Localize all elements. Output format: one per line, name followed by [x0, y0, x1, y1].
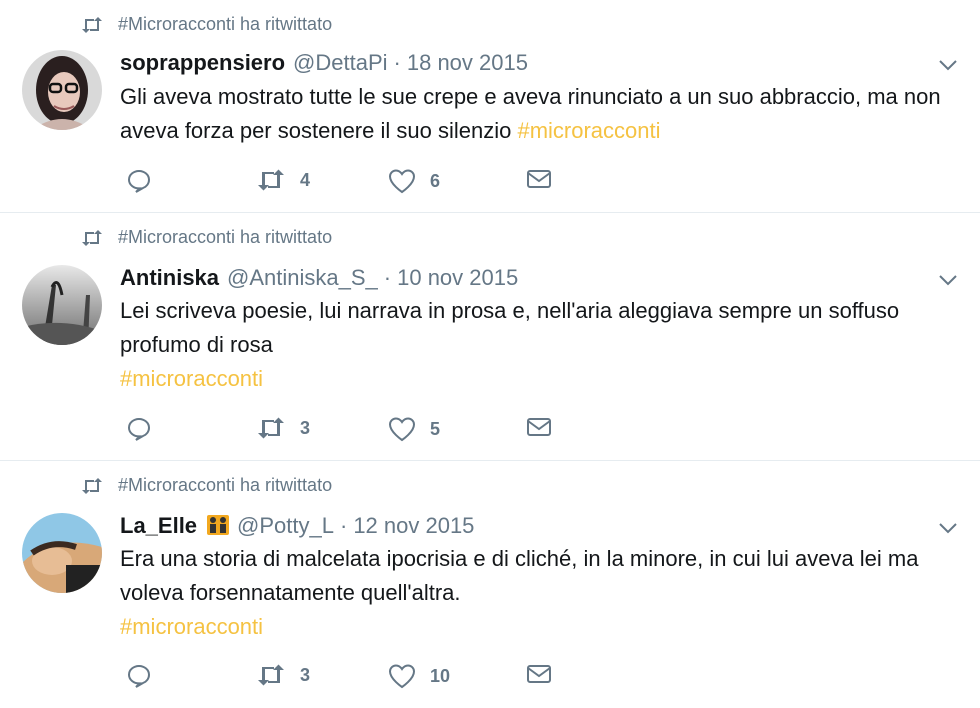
avatar[interactable] [22, 513, 102, 593]
retweet-button[interactable]: 3 [256, 416, 310, 440]
tweet[interactable]: #Microracconti ha ritwittato soprappensi… [0, 0, 980, 213]
like-button[interactable]: 6 [388, 168, 440, 194]
chevron-down-icon[interactable] [938, 58, 958, 72]
author-name[interactable]: La_Elle [120, 513, 197, 539]
retweet-icon [258, 664, 284, 686]
reply-icon [127, 417, 151, 441]
chevron-down-icon[interactable] [938, 273, 958, 287]
separator: · [383, 265, 392, 290]
retweet-context-label: #Microracconti ha ritwittato [118, 14, 333, 34]
tweet-header: La_Elle @Potty_L · 12 nov 2015 [120, 513, 474, 539]
retweet-icon [82, 16, 102, 33]
author-name[interactable]: Antiniska [120, 265, 219, 291]
reply-icon [127, 664, 151, 688]
like-icon [388, 169, 416, 194]
reply-icon [127, 169, 151, 193]
reply-button[interactable] [126, 416, 152, 442]
tweet-actions: 4 6 [120, 168, 580, 198]
author-handle[interactable]: @Potty_L [237, 513, 334, 539]
direct-message-button[interactable] [526, 663, 552, 685]
avatar[interactable] [22, 265, 102, 345]
like-icon [388, 664, 416, 689]
hashtag-link[interactable]: #microracconti [120, 362, 960, 396]
author-handle[interactable]: @Antiniska_S_ [227, 265, 378, 291]
tweet-text: Gli aveva mostrato tutte le sue crepe e … [120, 80, 960, 148]
direct-message-button[interactable] [526, 416, 552, 438]
avatar[interactable] [22, 50, 102, 130]
direct-message-icon [527, 665, 551, 683]
like-icon [388, 417, 416, 442]
hashtag-link[interactable]: #microracconti [120, 610, 960, 644]
separator: · [393, 50, 401, 75]
direct-message-icon [527, 418, 551, 436]
like-count: 5 [430, 418, 441, 439]
retweet-icon [82, 229, 102, 246]
retweet-count: 3 [300, 417, 311, 438]
direct-message-icon [527, 170, 551, 188]
retweet-count: 3 [300, 664, 311, 685]
separator: · [339, 513, 348, 538]
timeline: #Microracconti ha ritwittato soprappensi… [0, 0, 980, 708]
retweet-icon [82, 477, 102, 494]
like-count: 6 [430, 170, 441, 191]
chevron-down-icon[interactable] [938, 521, 958, 535]
tweet-text: Era una storia di malcelata ipocrisia e … [120, 542, 960, 644]
tweet-date[interactable]: 18 nov 2015 [407, 50, 528, 76]
tweet-text-body: Era una storia di malcelata ipocrisia e … [120, 546, 919, 605]
tweet-actions: 3 10 [120, 663, 580, 693]
retweet-icon [258, 169, 284, 191]
retweet-context-label: #Microracconti ha ritwittato [118, 227, 333, 247]
author-handle[interactable]: @DettaPi [293, 50, 387, 76]
tweet-date[interactable]: 12 nov 2015 [353, 513, 474, 539]
retweet-button[interactable]: 3 [256, 663, 310, 687]
retweet-button[interactable]: 4 [256, 168, 310, 192]
retweet-context: #Microracconti ha ritwittato [80, 14, 332, 35]
retweet-context-label: #Microracconti ha ritwittato [118, 475, 333, 495]
tweet-header: soprappensiero @DettaPi · 18 nov 2015 [120, 50, 528, 76]
author-name[interactable]: soprappensiero [120, 50, 285, 76]
tweet-text: Lei scriveva poesie, lui narrava in pros… [120, 294, 960, 396]
retweet-context: #Microracconti ha ritwittato [80, 475, 332, 496]
retweet-icon [258, 417, 284, 439]
like-count: 10 [430, 665, 451, 686]
like-button[interactable]: 10 [388, 663, 450, 689]
tweet[interactable]: #Microracconti ha ritwittato Antiniska @… [0, 213, 980, 461]
reply-button[interactable] [126, 168, 152, 194]
tweet-text-body: Lei scriveva poesie, lui narrava in pros… [120, 298, 900, 357]
direct-message-button[interactable] [526, 168, 552, 190]
retweet-context: #Microracconti ha ritwittato [80, 227, 332, 248]
dancers-emoji-icon [207, 515, 230, 535]
tweet-header: Antiniska @Antiniska_S_ · 10 nov 2015 [120, 265, 518, 291]
tweet-date[interactable]: 10 nov 2015 [397, 265, 518, 291]
retweet-count: 4 [300, 169, 311, 190]
reply-button[interactable] [126, 663, 152, 689]
like-button[interactable]: 5 [388, 416, 440, 442]
tweet[interactable]: #Microracconti ha ritwittato La_Elle @Po… [0, 461, 980, 708]
tweet-actions: 3 5 [120, 416, 580, 446]
hashtag-link[interactable]: #microracconti [517, 118, 660, 143]
